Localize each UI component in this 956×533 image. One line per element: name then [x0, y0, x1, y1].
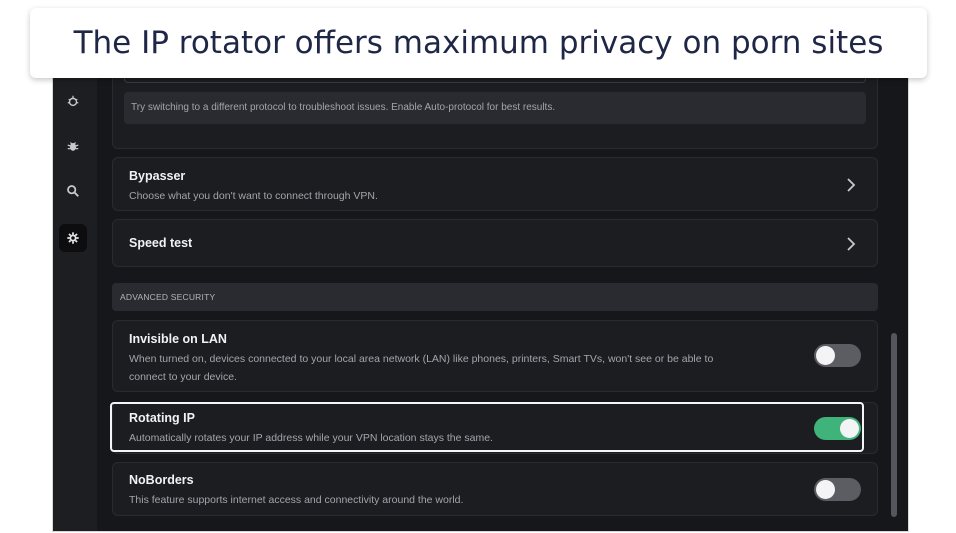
bug-icon[interactable] — [59, 132, 87, 160]
chevron-right-icon — [847, 237, 856, 251]
caption-title: The IP rotator offers maximum privacy on… — [73, 25, 884, 61]
bug-shield-icon[interactable] — [59, 87, 87, 115]
search-icon-glyph — [67, 185, 79, 197]
bypasser-title: Bypasser — [129, 169, 186, 183]
invisible-on-lan-desc-2: connect to your device. — [129, 371, 237, 383]
invisible-on-lan-toggle[interactable] — [814, 344, 861, 367]
toggle-knob — [816, 346, 835, 365]
noborders-toggle[interactable] — [814, 478, 861, 501]
rotating-ip-highlight-box — [110, 402, 864, 452]
bypasser-desc: Choose what you don't want to connect th… — [129, 190, 378, 202]
noborders-title: NoBorders — [129, 473, 194, 487]
invisible-on-lan-row: Invisible on LAN When turned on, devices… — [112, 320, 878, 392]
side-rail — [53, 61, 97, 531]
chevron-right-icon — [847, 178, 856, 192]
toggle-knob — [816, 480, 835, 499]
vpn-settings-window: Try switching to a different protocol to… — [52, 60, 909, 532]
scrollbar[interactable] — [891, 333, 897, 517]
noborders-desc: This feature supports internet access an… — [129, 494, 464, 506]
speed-test-title: Speed test — [129, 236, 193, 250]
invisible-on-lan-title: Invisible on LAN — [129, 332, 227, 346]
bypasser-row[interactable]: Bypasser Choose what you don't want to c… — [112, 157, 878, 211]
speed-test-row[interactable]: Speed test — [112, 219, 878, 267]
bug-icon-glyph — [67, 142, 79, 151]
noborders-row: NoBorders This feature supports internet… — [112, 462, 878, 516]
bug-shield-icon-glyph — [67, 95, 79, 107]
caption-banner: The IP rotator offers maximum privacy on… — [30, 8, 927, 78]
gear-icon-glyph — [67, 232, 79, 244]
advanced-security-heading: ADVANCED SECURITY — [112, 283, 878, 311]
settings-content: Try switching to a different protocol to… — [97, 61, 908, 531]
gear-icon[interactable] — [59, 224, 87, 252]
invisible-on-lan-desc: When turned on, devices connected to you… — [129, 353, 714, 365]
protocol-hint: Try switching to a different protocol to… — [124, 92, 866, 124]
search-icon[interactable] — [59, 177, 87, 205]
